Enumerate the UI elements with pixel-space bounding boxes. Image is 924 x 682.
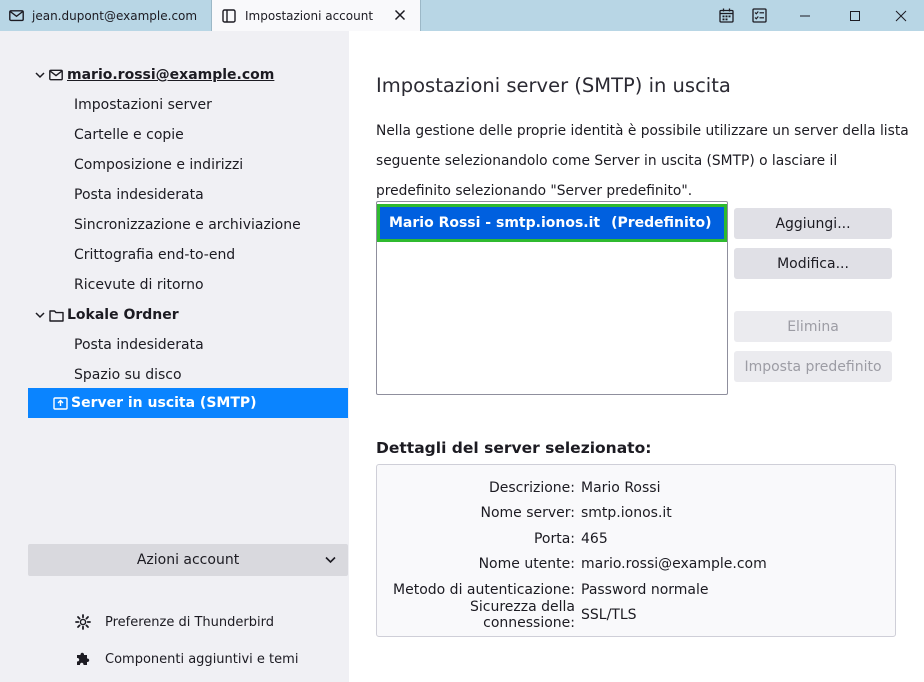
puzzle-icon xyxy=(74,650,92,668)
detail-value: Password normale xyxy=(581,582,709,598)
tasks-icon[interactable] xyxy=(744,0,774,31)
close-window-icon[interactable] xyxy=(886,0,916,31)
close-tab-icon[interactable] xyxy=(392,7,408,23)
sidebar-item-disk-space[interactable]: Spazio su disco xyxy=(28,360,348,390)
outgoing-server-icon xyxy=(52,395,68,411)
detail-label: Porta: xyxy=(533,531,575,547)
sidebar-item-label: Composizione e indirizzi xyxy=(74,157,244,173)
account-sidebar: mario.rossi@example.com Impostazioni ser… xyxy=(0,31,349,682)
account-actions-label: Azioni account xyxy=(136,552,240,568)
settings-tab-icon xyxy=(221,8,237,24)
sidebar-item-local-junk[interactable]: Posta indesiderata xyxy=(28,330,348,360)
chevron-down-icon[interactable] xyxy=(32,71,48,79)
sidebar-item-return-receipts[interactable]: Ricevute di ritorno xyxy=(28,270,348,300)
detail-row-connection-security: Sicurezza della connessione: SSL/TLS xyxy=(377,599,897,631)
chevron-down-icon[interactable] xyxy=(32,311,48,319)
preferences-label: Preferenze di Thunderbird xyxy=(105,614,274,630)
addons-themes-link[interactable]: Componenti aggiuntivi e temi xyxy=(74,646,298,672)
outgoing-server-panel: Impostazioni server (SMTP) in uscita Nel… xyxy=(349,31,924,682)
account-actions-button[interactable]: Azioni account xyxy=(28,544,348,576)
detail-label: Nome server: xyxy=(480,505,575,521)
detail-value: Mario Rossi xyxy=(581,480,661,496)
local-folders-label: Lokale Ordner xyxy=(67,307,179,323)
sidebar-item-label: Cartelle e copie xyxy=(74,127,184,143)
detail-row-port: Porta: 465 xyxy=(377,526,897,552)
sidebar-item-label: Sincronizzazione e archiviazione xyxy=(74,217,301,233)
detail-label: Nome utente: xyxy=(478,556,575,572)
maximize-icon[interactable] xyxy=(840,0,870,31)
tab-mail[interactable]: jean.dupont@example.com xyxy=(0,0,211,31)
add-server-button[interactable]: Aggiungi... xyxy=(734,208,892,239)
minimize-icon[interactable] xyxy=(790,0,820,31)
detail-value: mario.rossi@example.com xyxy=(581,556,767,572)
tab-mail-label: jean.dupont@example.com xyxy=(32,8,198,23)
server-name: Mario Rossi - smtp.ionos.it xyxy=(389,215,601,231)
page-description: Nella gestione delle proprie identità è … xyxy=(376,123,909,199)
smtp-server-list[interactable]: Mario Rossi - smtp.ionos.it (Predefinito… xyxy=(376,201,728,395)
gear-icon xyxy=(74,613,92,631)
sidebar-item-label: Crittografia end-to-end xyxy=(74,247,236,263)
sidebar-item-label: Ricevute di ritorno xyxy=(74,277,204,293)
detail-label: Sicurezza della connessione: xyxy=(470,599,575,631)
sidebar-item-composition[interactable]: Composizione e indirizzi xyxy=(28,150,348,180)
sidebar-item-label: Posta indesiderata xyxy=(74,187,204,203)
account-label: mario.rossi@example.com xyxy=(67,67,275,83)
calendar-icon[interactable] xyxy=(711,0,741,31)
sidebar-item-label: Posta indesiderata xyxy=(74,337,204,353)
details-title: Dettagli del server selezionato: xyxy=(376,439,652,457)
detail-value: SSL/TLS xyxy=(581,607,637,623)
sidebar-item-outgoing-server[interactable]: Server in uscita (SMTP) xyxy=(28,388,348,418)
mail-icon xyxy=(48,67,64,83)
title-bar: jean.dupont@example.com Impostazioni acc… xyxy=(0,0,924,31)
mail-icon xyxy=(8,8,24,24)
sidebar-item-server-settings[interactable]: Impostazioni server xyxy=(28,90,348,120)
detail-label: Descrizione: xyxy=(488,480,575,496)
page-title: Impostazioni server (SMTP) in uscita xyxy=(376,74,731,97)
detail-row-server-name: Nome server: smtp.ionos.it xyxy=(377,500,897,526)
account-row-local-folders[interactable]: Lokale Ordner xyxy=(28,300,348,330)
detail-label: Metodo di autenticazione: xyxy=(393,582,575,598)
set-default-button[interactable]: Imposta predefinito xyxy=(734,351,892,382)
sidebar-item-junk[interactable]: Posta indesiderata xyxy=(28,180,348,210)
delete-server-button[interactable]: Elimina xyxy=(734,311,892,342)
folder-icon xyxy=(48,307,64,323)
addons-label: Componenti aggiuntivi e temi xyxy=(105,651,299,667)
detail-value: 465 xyxy=(581,531,608,547)
thunderbird-preferences-link[interactable]: Preferenze di Thunderbird xyxy=(74,609,274,635)
detail-value: smtp.ionos.it xyxy=(581,505,672,521)
sidebar-item-sync-archive[interactable]: Sincronizzazione e archiviazione xyxy=(28,210,348,240)
detail-row-description: Descrizione: Mario Rossi xyxy=(377,475,897,501)
chevron-down-icon xyxy=(325,552,336,568)
smtp-server-item[interactable]: Mario Rossi - smtp.ionos.it (Predefinito… xyxy=(377,204,727,242)
sidebar-item-label: Spazio su disco xyxy=(74,367,182,383)
sidebar-item-e2e-encryption[interactable]: Crittografia end-to-end xyxy=(28,240,348,270)
sidebar-item-folders-copies[interactable]: Cartelle e copie xyxy=(28,120,348,150)
tab-account-settings[interactable]: Impostazioni account xyxy=(211,0,421,31)
tab-settings-label: Impostazioni account xyxy=(245,8,374,23)
account-row-mario-rossi[interactable]: mario.rossi@example.com xyxy=(28,60,348,90)
edit-server-button[interactable]: Modifica... xyxy=(734,248,892,279)
sidebar-item-label: Impostazioni server xyxy=(74,97,212,113)
default-tag: (Predefinito) xyxy=(611,215,712,231)
server-details-box: Descrizione: Mario Rossi Nome server: sm… xyxy=(376,464,896,637)
outgoing-server-label: Server in uscita (SMTP) xyxy=(71,395,257,411)
detail-row-username: Nome utente: mario.rossi@example.com xyxy=(377,551,897,577)
